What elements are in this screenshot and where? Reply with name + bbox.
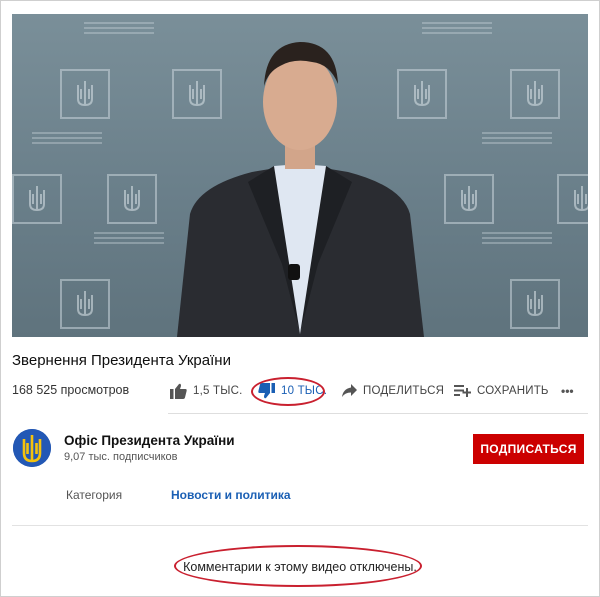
more-icon[interactable]: ••• [561, 384, 574, 398]
video-title: Звернення Президента України [12, 352, 231, 369]
subscribe-button[interactable]: ПОДПИСАТЬСЯ [473, 434, 584, 464]
share-button[interactable]: ПОДЕЛИТЬСЯ [342, 384, 444, 397]
divider [12, 525, 588, 526]
thumbs-up-icon [170, 383, 187, 399]
channel-name[interactable]: Офіс Президента України [64, 433, 235, 448]
save-button[interactable]: СОХРАНИТЬ [454, 384, 549, 397]
subscriber-count: 9,07 тыс. подписчиков [64, 451, 178, 463]
speaker-figure [177, 42, 424, 337]
video-player[interactable] [12, 14, 588, 337]
trident-emblem-icon [13, 429, 51, 467]
like-count: 1,5 ТЫС. [193, 385, 243, 397]
channel-avatar[interactable] [13, 429, 51, 467]
add-to-playlist-icon [454, 385, 471, 397]
like-button[interactable]: 1,5 ТЫС. [170, 383, 243, 399]
share-label: ПОДЕЛИТЬСЯ [363, 384, 445, 397]
highlight-oval-dislikes [251, 377, 325, 406]
category-link[interactable]: Новости и политика [171, 488, 291, 502]
divider [168, 413, 588, 414]
highlight-oval-comments [174, 545, 422, 587]
view-count: 168 525 просмотров [12, 383, 130, 397]
share-arrow-icon [342, 384, 357, 397]
save-label: СОХРАНИТЬ [477, 384, 549, 397]
category-label: Категория [66, 488, 123, 502]
